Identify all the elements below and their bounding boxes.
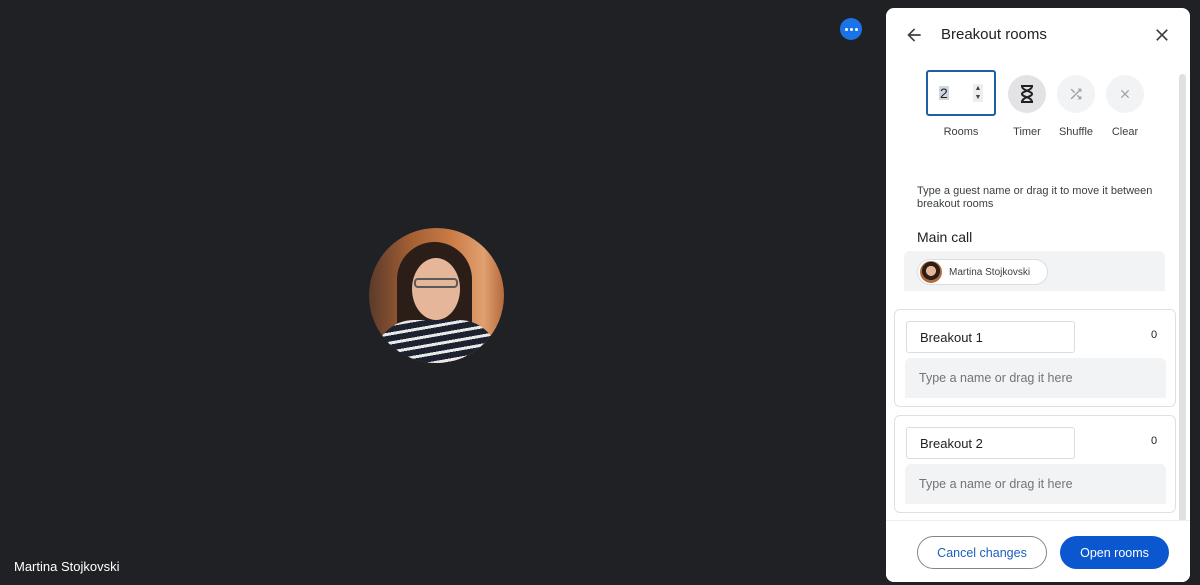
clear-icon <box>1120 89 1130 99</box>
timer-label: Timer <box>1013 126 1041 138</box>
panel-header: Breakout rooms <box>886 8 1190 64</box>
room-name-input[interactable]: Breakout 1 <box>906 321 1075 353</box>
breakout-rooms-panel: Breakout rooms 2 ▲▼ Rooms Timer Shuffle <box>886 8 1190 582</box>
close-icon[interactable] <box>1152 25 1172 45</box>
main-call-list[interactable]: Martina Stojkovski <box>904 251 1165 291</box>
room-drop-input[interactable]: Type a name or drag it here <box>905 464 1166 504</box>
breakout-room-card: Breakout 1 0 Type a name or drag it here <box>894 309 1176 407</box>
participant-name-label: Martina Stojkovski <box>14 559 120 574</box>
room-controls: 2 ▲ ▼ Rooms Timer Shuffle Clear <box>886 70 1190 150</box>
more-options-button[interactable] <box>840 18 862 40</box>
rooms-label: Rooms <box>943 126 979 138</box>
video-stage: Martina Stojkovski <box>0 0 886 585</box>
room-participant-count: 0 <box>1151 435 1158 447</box>
room-name-input[interactable]: Breakout 2 <box>906 427 1075 459</box>
participant-avatar <box>369 228 504 363</box>
room-drop-input[interactable]: Type a name or drag it here <box>905 358 1166 398</box>
clear-label: Clear <box>1111 126 1139 138</box>
breakout-room-card: Breakout 2 0 Type a name or drag it here <box>894 415 1176 513</box>
rooms-count-value: 2 <box>939 85 949 101</box>
room-participant-count: 0 <box>1151 329 1158 341</box>
clear-button[interactable] <box>1106 75 1144 113</box>
rooms-count-input[interactable]: 2 ▲ ▼ <box>926 70 996 116</box>
instructions-text: Type a guest name or drag it to move it … <box>917 185 1153 210</box>
panel-title: Breakout rooms <box>941 26 1047 43</box>
avatar <box>920 261 942 283</box>
shuffle-icon <box>1070 88 1082 100</box>
open-rooms-button[interactable]: Open rooms <box>1060 536 1169 569</box>
arrow-back-icon[interactable] <box>904 25 924 45</box>
panel-footer: Cancel changes Open rooms <box>886 520 1190 582</box>
participant-chip-name: Martina Stojkovski <box>949 266 1031 278</box>
shuffle-button[interactable] <box>1057 75 1095 113</box>
more-horizontal-icon <box>844 27 848 31</box>
cancel-changes-button[interactable]: Cancel changes <box>917 536 1047 569</box>
hourglass-icon <box>1020 85 1034 103</box>
timer-button[interactable] <box>1008 75 1046 113</box>
main-call-title: Main call <box>917 229 973 245</box>
rooms-stepper[interactable]: ▲ ▼ <box>973 84 983 102</box>
participant-chip[interactable]: Martina Stojkovski <box>917 259 1048 285</box>
shuffle-label: Shuffle <box>1058 126 1094 138</box>
